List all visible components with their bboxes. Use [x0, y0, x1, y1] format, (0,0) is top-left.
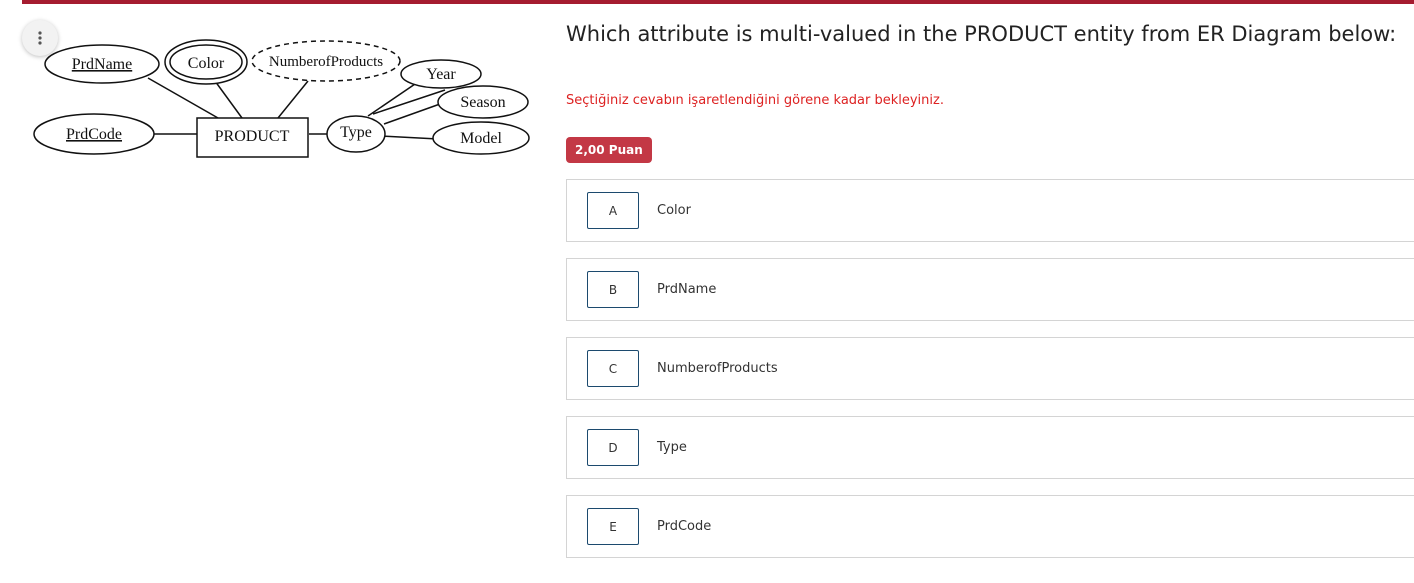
option-b[interactable]: B PrdName [566, 258, 1414, 321]
points-badge: 2,00 Puan [566, 137, 652, 163]
attribute-prdname: PrdName [72, 56, 132, 73]
entity-product: PRODUCT [215, 128, 290, 145]
attribute-model: Model [460, 130, 502, 147]
option-a[interactable]: A Color [566, 179, 1414, 242]
attribute-year: Year [426, 66, 456, 83]
attribute-type: Type [340, 124, 372, 141]
wait-notice: Seçtiğiniz cevabın işaretlendiğini gören… [566, 93, 944, 108]
option-e[interactable]: E PrdCode [566, 495, 1414, 558]
answer-options: A Color B PrdName C NumberofProducts D T… [566, 179, 1414, 574]
option-label: Color [657, 203, 691, 218]
option-letter: D [587, 429, 639, 466]
option-label: PrdName [657, 282, 717, 297]
option-d[interactable]: D Type [566, 416, 1414, 479]
option-letter: E [587, 508, 639, 545]
attribute-color: Color [188, 55, 225, 72]
options-menu-button[interactable] [22, 20, 58, 56]
option-letter: B [587, 271, 639, 308]
option-label: Type [657, 440, 687, 455]
attribute-numberofproducts: NumberofProducts [269, 54, 383, 70]
question-text: Which attribute is multi-valued in the P… [566, 22, 1397, 46]
option-label: PrdCode [657, 519, 712, 534]
option-label: NumberofProducts [657, 361, 778, 376]
option-letter: A [587, 192, 639, 229]
vertical-dots-icon [38, 31, 42, 45]
attribute-prdcode: PrdCode [66, 126, 122, 143]
attribute-season: Season [460, 94, 505, 111]
option-letter: C [587, 350, 639, 387]
top-accent-bar [22, 0, 1414, 4]
er-diagram: PrdName Color NumberofProducts Year Seas… [33, 39, 530, 158]
option-c[interactable]: C NumberofProducts [566, 337, 1414, 400]
